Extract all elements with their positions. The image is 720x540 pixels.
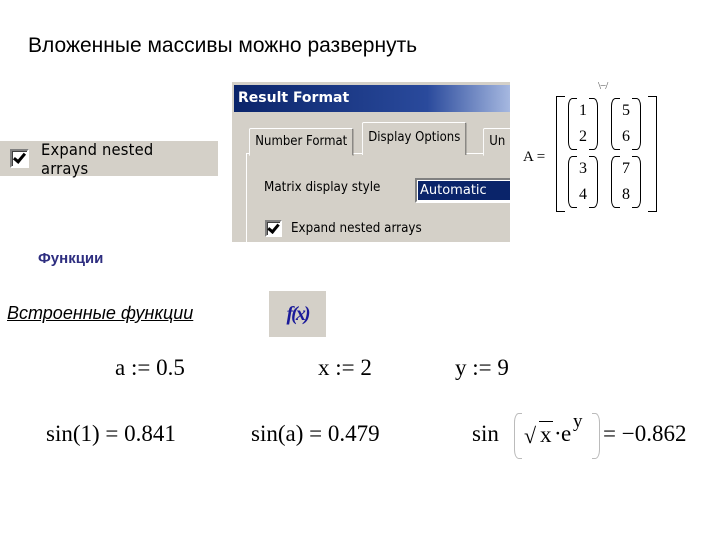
- exponent: y: [573, 411, 583, 432]
- tab-units[interactable]: Un: [483, 128, 510, 156]
- insert-function-icon: f(x): [286, 302, 311, 325]
- left-paren: [514, 413, 522, 459]
- matrix-cell: 1: [579, 102, 587, 119]
- matrix-label: A =: [523, 149, 546, 165]
- matrix-cell: 4: [579, 186, 587, 203]
- matrix-top-fragment: \−/: [598, 80, 608, 92]
- matrix-cell: 3: [579, 160, 587, 177]
- matrix-cell: 2: [579, 128, 587, 145]
- checkbox-checked-icon[interactable]: [265, 220, 282, 237]
- checkbox-checked-icon[interactable]: [10, 149, 29, 168]
- submatrix: 1 2: [568, 98, 598, 150]
- submatrix: 5 6: [611, 98, 641, 150]
- left-bracket: [556, 96, 565, 212]
- nested-matrix: \−/ A = 1 2 5 6 3 4 7 8: [523, 80, 663, 216]
- assignment-x: x := 2: [318, 355, 372, 380]
- matrix-display-style-label: Matrix display style: [264, 180, 381, 195]
- expand-nested-arrays-option-label: Expand nested arrays: [291, 221, 422, 236]
- slide-title: Вложенные массивы можно развернуть: [28, 34, 418, 57]
- tab-display-options[interactable]: Display Options: [362, 122, 467, 155]
- expand-nested-arrays-snippet: Expand nested arrays: [0, 139, 218, 178]
- section-title: Функции: [38, 250, 104, 267]
- function-name: sin: [472, 421, 499, 446]
- expand-nested-arrays-option[interactable]: Expand nested arrays: [265, 220, 433, 237]
- insert-function-button[interactable]: f(x): [269, 291, 326, 337]
- matrix-cell: 6: [622, 128, 630, 145]
- submatrix: 7 8: [611, 156, 641, 208]
- matrix-cell: 5: [622, 102, 630, 119]
- result-value: = −0.862: [603, 421, 687, 446]
- expression-sin-1: sin(1) = 0.841: [46, 421, 176, 446]
- builtin-functions-heading: Встроенные функции: [7, 303, 194, 323]
- exp-base: e: [561, 421, 572, 446]
- matrix-cell: 8: [622, 186, 630, 203]
- assignment-a: a := 0.5: [115, 355, 185, 380]
- right-paren: [592, 413, 600, 459]
- matrix-display-style-value: Automatic: [418, 181, 510, 200]
- assignment-y: y := 9: [455, 355, 509, 380]
- matrix-display-style-select[interactable]: Automatic: [415, 178, 510, 203]
- result-format-dialog: Result Format Number Format Display Opti…: [231, 82, 510, 242]
- matrix-cell: 7: [622, 160, 630, 177]
- submatrix: 3 4: [568, 156, 598, 208]
- dialog-title-bar: Result Format: [234, 85, 510, 112]
- right-bracket: [648, 96, 657, 212]
- expand-nested-arrays-label: Expand nested arrays: [41, 139, 154, 178]
- sqrt-icon: √: [524, 423, 537, 448]
- tab-number-format[interactable]: Number Format: [249, 128, 354, 156]
- expression-sin-a: sin(a) = 0.479: [251, 421, 380, 446]
- radicand: x: [539, 421, 553, 447]
